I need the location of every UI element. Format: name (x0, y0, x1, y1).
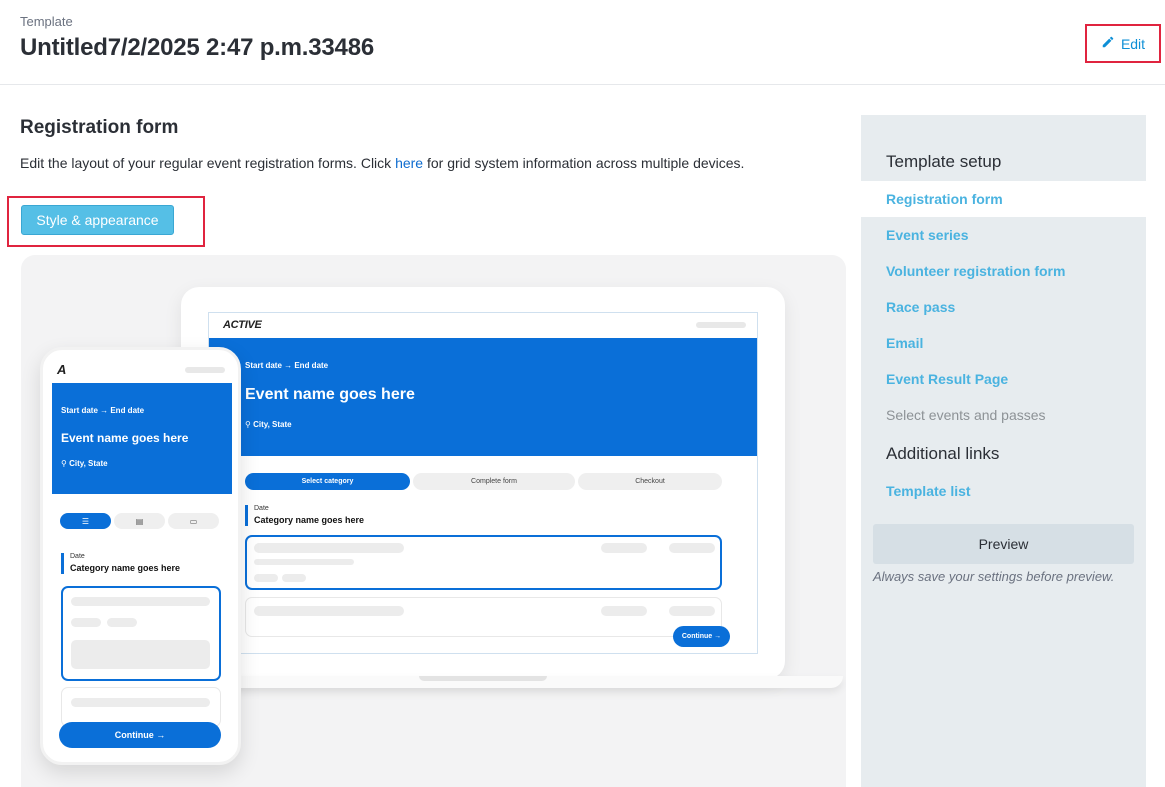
category-card (245, 597, 722, 637)
mobile-event-location: ⚲ City, State (61, 459, 108, 468)
step-checkout: Checkout (578, 473, 722, 490)
event-hero: Start date → End date Event name goes he… (209, 338, 757, 456)
laptop-notch (419, 676, 547, 681)
event-location: ⚲ City, State (245, 420, 292, 429)
sidebar-item-event-series[interactable]: Event series (886, 227, 969, 243)
additional-links-heading: Additional links (886, 444, 1000, 463)
location-text: City, State (253, 420, 292, 429)
sidebar-item-event-result-page[interactable]: Event Result Page (886, 371, 1008, 387)
phone-mockup: A Start date → End date Event name goes … (40, 347, 241, 765)
grid-info-link[interactable]: here (395, 155, 423, 171)
placeholder-bar (185, 367, 225, 373)
sidebar-item-select-events-passes: Select events and passes (886, 407, 1046, 423)
section-description: Edit the layout of your regular event re… (20, 155, 744, 171)
template-setup-heading: Template setup (886, 152, 1002, 171)
template-label: Template (20, 14, 73, 29)
mobile-category-name: Category name goes here (70, 563, 181, 573)
mobile-event-hero: Start date → End date Event name goes he… (52, 383, 232, 494)
desc-text-2: for grid system information across multi… (423, 155, 745, 171)
template-sidebar: Template setup Registration form Event s… (861, 115, 1146, 787)
edit-button[interactable]: Edit (1085, 24, 1161, 63)
sidebar-item-registration-form[interactable]: Registration form (886, 191, 1003, 207)
event-name: Event name goes here (245, 386, 415, 403)
date-label: Date (254, 505, 269, 512)
section-title: Registration form (20, 117, 179, 138)
mobile-step-tabs: ☰ ▤ ▭ (60, 513, 221, 529)
sidebar-item-email[interactable]: Email (886, 335, 923, 351)
active-logo: ACTIVE (223, 319, 262, 331)
location-text: City, State (69, 459, 108, 468)
laptop-screen: ACTIVE Start date → End date Event name … (208, 312, 758, 654)
pencil-icon (1101, 35, 1115, 52)
step-select-category: Select category (245, 473, 410, 490)
mobile-event-name: Event name goes here (61, 431, 189, 445)
mobile-date-label: Date (70, 553, 85, 560)
sidebar-link-template-list[interactable]: Template list (886, 483, 971, 499)
checkout-icon: ▭ (168, 513, 219, 529)
placeholder-bar (696, 322, 746, 328)
mobile-category-card (61, 687, 221, 727)
document-icon: ▤ (114, 513, 165, 529)
preview-note: Always save your settings before preview… (873, 569, 1115, 584)
category-accent (61, 553, 64, 574)
active-mobile-logo: A (57, 362, 67, 377)
desc-text-1: Edit the layout of your regular event re… (20, 155, 396, 171)
page-header: Template Untitled7/2/2025 2:47 p.m.33486… (0, 0, 1165, 85)
sidebar-item-volunteer-registration-form[interactable]: Volunteer registration form (886, 263, 1065, 279)
preview-button[interactable]: Preview (873, 524, 1134, 564)
category-card-selected (245, 535, 722, 590)
step-complete-form: Complete form (413, 473, 575, 490)
sidebar-item-race-pass[interactable]: Race pass (886, 299, 955, 315)
mobile-event-dates: Start date → End date (61, 406, 145, 415)
event-dates: Start date → End date (245, 361, 329, 370)
laptop-mockup: ACTIVE Start date → End date Event name … (181, 287, 785, 679)
continue-button-mobile: Continue → (59, 722, 221, 748)
map-pin-icon: ⚲ (61, 459, 70, 468)
layout-preview: ACTIVE Start date → End date Event name … (21, 255, 846, 787)
mobile-category-card-selected (61, 586, 221, 681)
category-name: Category name goes here (254, 515, 365, 525)
map-pin-icon: ⚲ (245, 420, 254, 429)
category-accent (245, 505, 248, 526)
continue-button-desktop: Continue → (673, 626, 730, 647)
template-title: Untitled7/2/2025 2:47 p.m.33486 (20, 34, 374, 61)
list-icon: ☰ (60, 513, 111, 529)
style-appearance-button[interactable]: Style & appearance (21, 205, 174, 235)
edit-label: Edit (1120, 35, 1146, 52)
